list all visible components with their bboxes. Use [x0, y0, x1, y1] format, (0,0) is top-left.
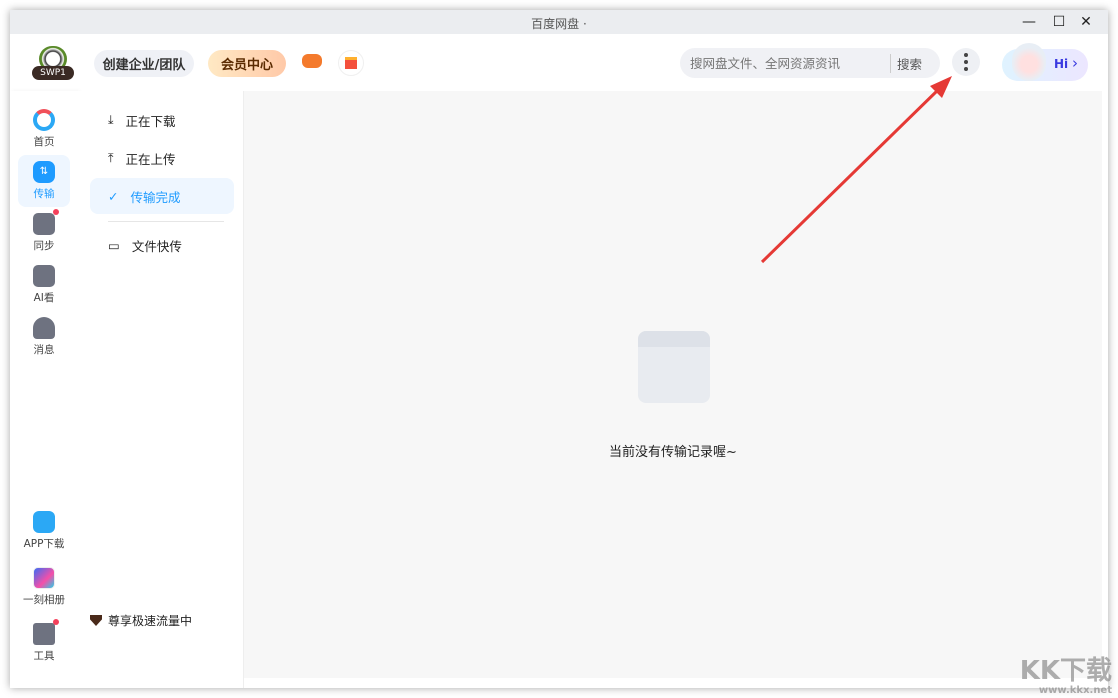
app-window: 百度网盘 · — ☐ ✕ SWP1 创建企业/团队 会员中心 搜索 Hi › 首…: [10, 10, 1108, 688]
minimize-button[interactable]: —: [1018, 12, 1040, 32]
search-button[interactable]: 搜索: [890, 53, 922, 73]
rail-item-ai[interactable]: AI看: [18, 259, 70, 311]
rail-label: 工具: [33, 650, 55, 662]
mascot-avatar: [1012, 43, 1046, 81]
upload-icon: ⤒: [108, 150, 114, 165]
header: SWP1 创建企业/团队 会员中心 搜索 Hi ›: [10, 34, 1108, 91]
rail-item-tools[interactable]: 工具: [18, 617, 70, 669]
game-icon[interactable]: [302, 54, 322, 68]
submenu-label: 正在上传: [125, 151, 176, 167]
submenu-label: 文件快传: [131, 238, 182, 254]
transfer-submenu: ⤓ 正在下载 ⤒ 正在上传 ✓ 传输完成 ▭ 文件快传 尊享极速流量中: [78, 91, 244, 688]
watermark: KK下载 www.kkx.net: [1020, 657, 1112, 696]
monitor-icon: ▭: [108, 237, 120, 253]
sync-icon: [33, 209, 59, 235]
window-title: 百度网盘 ·: [531, 17, 587, 31]
avatar-logo[interactable]: SWP1: [32, 46, 74, 82]
home-cloud-icon: [33, 109, 55, 131]
title-bar: 百度网盘 · — ☐ ✕: [10, 10, 1108, 34]
rail-item-app-download[interactable]: APP下载: [14, 505, 74, 557]
ai-watch-icon: [33, 265, 55, 287]
speed-status[interactable]: 尊享极速流量中: [90, 612, 192, 629]
rail-label: 首页: [33, 136, 55, 148]
rail-item-sync[interactable]: 同步: [18, 207, 70, 259]
phone-icon: [33, 511, 55, 533]
gift-button[interactable]: [338, 50, 364, 76]
chevron-right-icon: ›: [1072, 54, 1078, 72]
search-bar: 搜索: [680, 48, 940, 78]
submenu-label: 正在下载: [125, 113, 176, 129]
submenu-downloading[interactable]: ⤓ 正在下载: [90, 102, 234, 138]
search-input[interactable]: [690, 55, 890, 71]
close-button[interactable]: ✕: [1075, 12, 1097, 32]
submenu-uploading[interactable]: ⤒ 正在上传: [90, 140, 234, 176]
submenu-quick-transfer[interactable]: ▭ 文件快传: [90, 227, 234, 263]
rail-label: 同步: [33, 240, 55, 252]
rail-label: APP下载: [23, 538, 65, 550]
speed-text: 尊享极速流量中: [108, 614, 193, 628]
rail-label: 传输: [33, 188, 55, 200]
transfer-content: 当前没有传输记录喔~: [244, 91, 1102, 678]
download-icon: ⤓: [108, 112, 114, 127]
rail-label: 一刻相册: [23, 594, 65, 606]
vip-center-button[interactable]: 会员中心: [208, 50, 286, 77]
left-rail: 首页 ⇅ 传输 同步 AI看 消息 APP下载 一刻相册 工具: [10, 91, 78, 688]
rail-item-home[interactable]: 首页: [18, 103, 70, 155]
rail-label: 消息: [33, 344, 55, 356]
divider: [108, 221, 224, 222]
rail-label: AI看: [33, 292, 55, 304]
submenu-completed[interactable]: ✓ 传输完成: [90, 178, 234, 214]
rail-item-transfer[interactable]: ⇅ 传输: [18, 155, 70, 207]
watermark-url: www.kkx.net: [1038, 685, 1112, 696]
diamond-icon: [90, 615, 102, 626]
rail-item-messages[interactable]: 消息: [18, 311, 70, 363]
album-icon: [33, 567, 55, 589]
empty-state-text: 当前没有传输记录喔~: [609, 445, 737, 460]
more-menu-button[interactable]: [952, 48, 980, 76]
logo-badge: SWP1: [32, 66, 74, 80]
tools-icon: [33, 619, 59, 645]
maximize-button[interactable]: ☐: [1048, 12, 1070, 32]
transfer-icon: ⇅: [33, 161, 55, 183]
check-circle-icon: ✓: [108, 188, 119, 204]
calendar-icon: [638, 331, 710, 403]
create-team-button[interactable]: 创建企业/团队: [94, 50, 194, 77]
submenu-label: 传输完成: [130, 189, 181, 205]
watermark-brand: KK下载: [1019, 656, 1112, 686]
hi-label: Hi: [1054, 57, 1069, 71]
hi-assistant-button[interactable]: Hi ›: [1002, 43, 1088, 81]
gift-icon: [345, 57, 357, 69]
rail-item-album[interactable]: 一刻相册: [14, 561, 74, 613]
message-icon: [33, 317, 55, 339]
